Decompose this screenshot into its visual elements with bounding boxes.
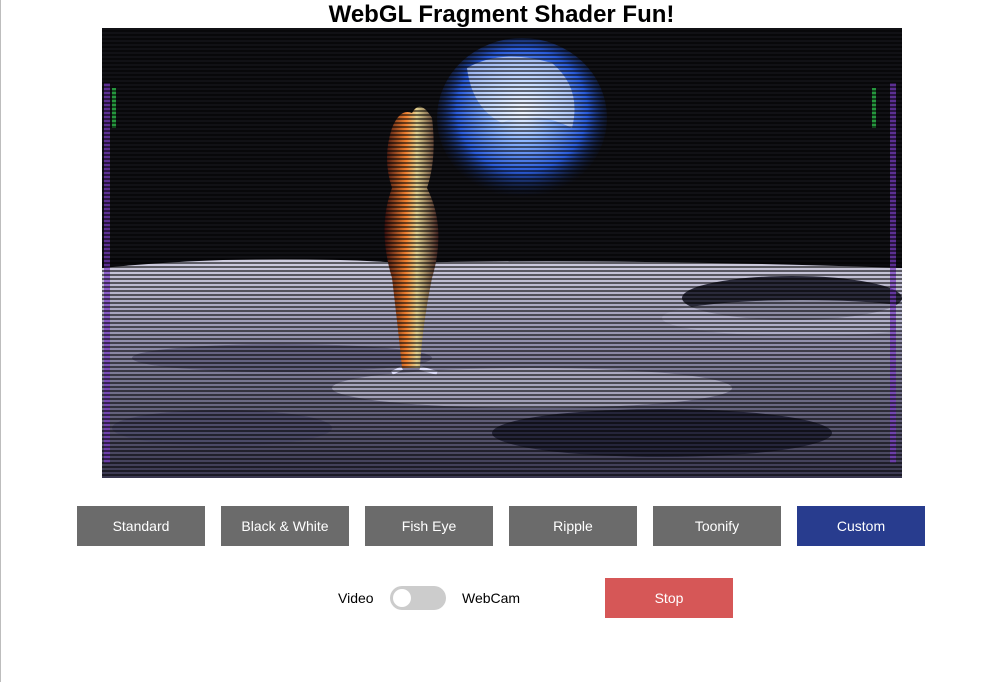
fish-eye-button[interactable]: Fish Eye	[365, 506, 493, 546]
stop-button[interactable]: Stop	[605, 578, 733, 618]
webcam-label: WebCam	[462, 590, 521, 606]
page-title: WebGL Fragment Shader Fun!	[328, 1, 675, 28]
source-toggle-switch[interactable]	[390, 586, 446, 610]
standard-button[interactable]: Standard	[77, 506, 205, 546]
custom-button[interactable]: Custom	[797, 506, 925, 546]
ripple-button[interactable]: Ripple	[509, 506, 637, 546]
toonify-button[interactable]: Toonify	[653, 506, 781, 546]
video-frame	[102, 28, 902, 478]
page: WebGL Fragment Shader Fun! Standard Blac…	[0, 0, 1001, 682]
black-white-button[interactable]: Black & White	[221, 506, 349, 546]
video-label: Video	[338, 590, 374, 606]
toggle-knob	[393, 589, 411, 607]
shader-canvas[interactable]	[102, 28, 902, 478]
